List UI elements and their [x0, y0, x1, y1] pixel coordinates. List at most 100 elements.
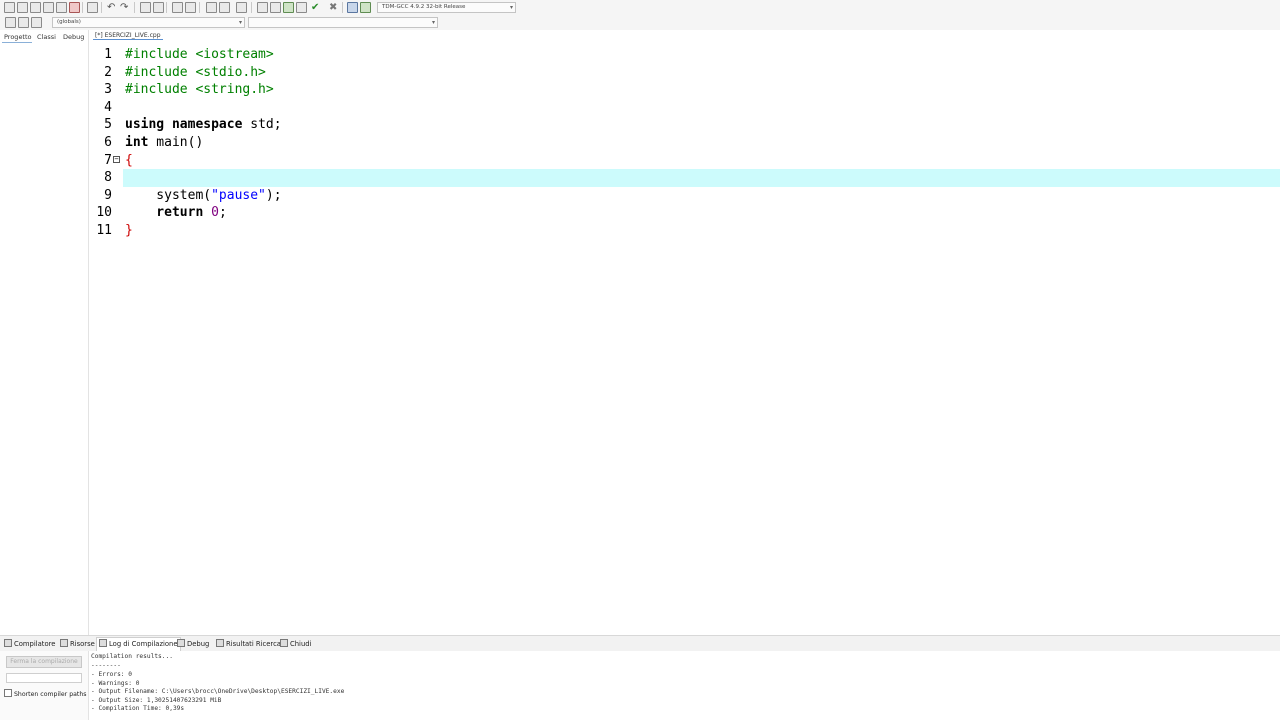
tab-compilatore[interactable]: Compilatore: [4, 639, 55, 648]
brace: {: [125, 152, 133, 168]
tab-risorse[interactable]: Risorse: [60, 639, 95, 648]
preprocessor-directive: #include <stdio.h>: [125, 64, 266, 80]
secondary-toolbar: (globals) ▾ ▾: [0, 15, 1280, 30]
redo-icon[interactable]: ↷: [120, 2, 131, 13]
remove-file-icon[interactable]: [296, 2, 307, 13]
class-browser-icon[interactable]: [31, 17, 42, 28]
stop-icon[interactable]: ✖: [329, 2, 340, 13]
open-file-icon[interactable]: [17, 2, 28, 13]
code-line: #include <string.h>: [125, 81, 274, 99]
tab-label: Log di Compilazione: [109, 640, 178, 648]
log-line: Compilation results...: [91, 653, 173, 660]
tab-label: Debug: [187, 640, 210, 648]
print-icon[interactable]: [87, 2, 98, 13]
symbol-select[interactable]: ▾: [248, 17, 438, 28]
project-panel: Progetto Classi Debug: [0, 30, 89, 635]
shorten-paths-option[interactable]: Shorten compiler paths: [4, 689, 87, 698]
line-number: 8: [104, 170, 112, 186]
keyword: namespace: [171, 117, 243, 133]
project-options-icon[interactable]: [270, 2, 281, 13]
scope-select[interactable]: (globals) ▾: [52, 17, 245, 28]
goto-back-icon[interactable]: [206, 2, 217, 13]
tab-label: Risultati Ricerca: [226, 640, 281, 648]
code-line: #include <iostream>: [125, 46, 274, 64]
find-icon[interactable]: [140, 2, 151, 13]
main-toolbar: ↶ ↷ ✔ ✖ TDM-GCC 4.9.2 32-bit Release ▾: [0, 0, 1280, 15]
preprocessor-directive: #include <string.h>: [125, 82, 274, 98]
compiler-select[interactable]: TDM-GCC 4.9.2 32-bit Release ▾: [377, 2, 516, 13]
line-number: 11: [96, 223, 112, 238]
string-literal: "pause": [211, 187, 266, 203]
line-number: 10: [96, 205, 112, 221]
code-text: ;: [218, 205, 227, 221]
compile-icon[interactable]: [347, 2, 358, 13]
current-line-highlight: [123, 169, 1280, 187]
search-icon: [216, 639, 224, 647]
goto-next-icon[interactable]: [18, 17, 29, 28]
fold-toggle-icon[interactable]: −: [113, 156, 120, 163]
bottom-panel-tabs: Compilatore Risorse Log di Compilazione …: [0, 635, 1280, 652]
log-line: - Compilation Time: 0,39s: [91, 705, 185, 712]
tab-chiudi[interactable]: Chiudi: [280, 639, 311, 648]
bookmark-icon[interactable]: [236, 2, 247, 13]
compiler-select-value: TDM-GCC 4.9.2 32-bit Release: [382, 4, 466, 10]
chart-icon: [99, 639, 107, 647]
line-number: 4: [104, 99, 112, 115]
close-all-icon[interactable]: [69, 2, 80, 13]
new-project-icon[interactable]: [257, 2, 268, 13]
keyword: using: [125, 117, 165, 133]
line-number: 1: [104, 47, 112, 62]
tab-debug[interactable]: Debug: [177, 639, 209, 648]
code-line: int main(): [125, 134, 203, 152]
shorten-paths-label: Shorten compiler paths: [14, 691, 87, 698]
indent-icon[interactable]: [172, 2, 183, 13]
line-number: 9: [104, 187, 112, 203]
progress-field: [6, 673, 82, 683]
number-literal: 0: [203, 205, 219, 221]
chevron-down-icon: ▾: [509, 4, 513, 11]
add-file-icon[interactable]: [283, 2, 294, 13]
keyword: int: [125, 135, 149, 150]
run-icon[interactable]: [360, 2, 371, 13]
preprocessor-directive: #include <iostream>: [125, 47, 274, 62]
editor-tab-strip: [*] ESERCIZI_LIVE.cpp: [89, 30, 1280, 43]
save-all-icon[interactable]: [43, 2, 54, 13]
tab-log-di-compilazione[interactable]: Log di Compilazione: [96, 637, 181, 652]
tab-classi[interactable]: Classi: [37, 33, 56, 41]
editor-tab-file[interactable]: [*] ESERCIZI_LIVE.cpp: [93, 32, 163, 40]
tab-risultati-ricerca[interactable]: Risultati Ricerca: [216, 639, 281, 648]
replace-icon[interactable]: [153, 2, 164, 13]
tab-progetto[interactable]: Progetto: [4, 33, 32, 41]
close-file-icon[interactable]: [56, 2, 67, 13]
undo-icon[interactable]: ↶: [107, 2, 118, 13]
tab-debug[interactable]: Debug: [63, 33, 84, 41]
goto-forward-icon[interactable]: [219, 2, 230, 13]
goto-previous-icon[interactable]: [5, 17, 16, 28]
scope-select-value: (globals): [57, 19, 81, 25]
chevron-down-icon: ▾: [431, 19, 435, 26]
code-editor[interactable]: [123, 44, 1280, 634]
code-line: #include <stdio.h>: [125, 64, 266, 82]
code-text: std;: [242, 117, 282, 133]
tab-label: Compilatore: [14, 640, 56, 648]
brace: }: [125, 223, 133, 238]
unindent-icon[interactable]: [185, 2, 196, 13]
tab-label: Chiudi: [290, 640, 312, 648]
line-number: 6: [104, 135, 112, 150]
abort-compilation-button[interactable]: Ferma la compilazione: [6, 656, 82, 668]
line-number: 5: [104, 117, 112, 133]
line-number: 7: [104, 152, 112, 168]
shorten-paths-checkbox[interactable]: [4, 689, 12, 697]
log-line: - Warnings: 0: [91, 679, 140, 687]
compile-controls: Ferma la compilazione Shorten compiler p…: [0, 651, 89, 720]
compile-log[interactable]: Compilation results... -------- - Errors…: [89, 651, 1280, 720]
active-tab-indicator: [2, 42, 32, 43]
save-icon[interactable]: [30, 2, 41, 13]
syntax-check-icon[interactable]: ✔: [311, 2, 322, 13]
code-text: system(: [125, 187, 212, 203]
code-line: return 0;: [125, 204, 227, 222]
tab-label: Risorse: [70, 640, 95, 648]
code-text: main(): [148, 135, 204, 150]
chevron-down-icon: ▾: [238, 19, 242, 26]
new-file-icon[interactable]: [4, 2, 15, 13]
